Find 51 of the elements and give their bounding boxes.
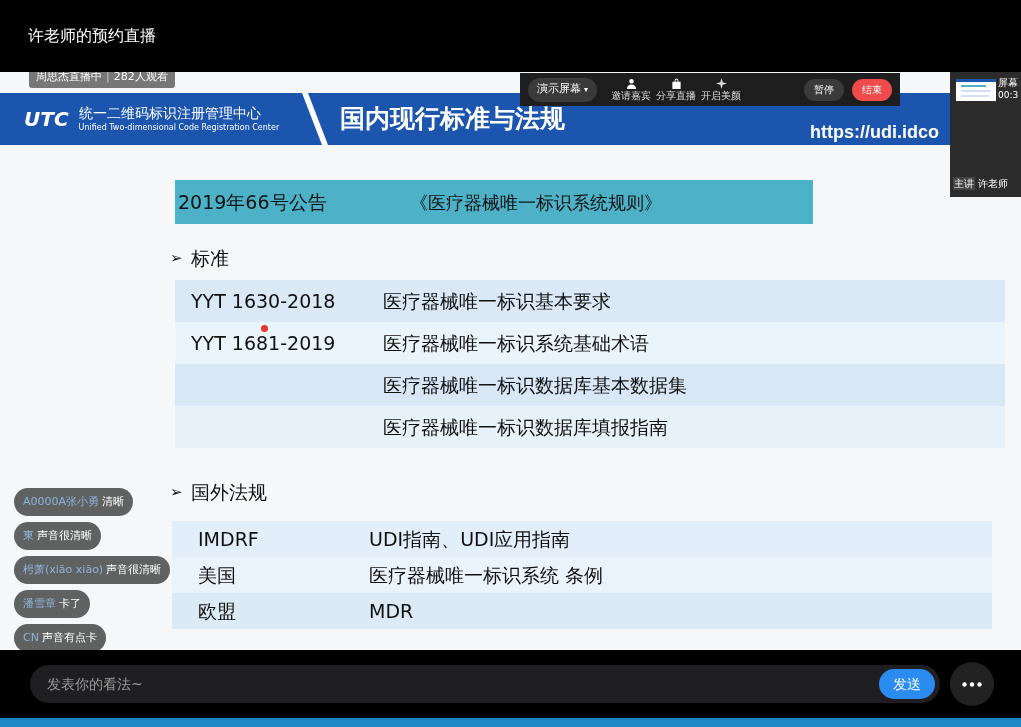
toolbar-button[interactable]: 分享直播 [656,78,696,101]
table-cell-text: 医疗器械唯一标识数据库基本数据集 [383,372,687,398]
table-cell-text: 医疗器械唯一标识系统 条例 [369,562,604,588]
preview-title: 屏幕 [998,76,1018,90]
table-cell: YYT 1681-2019 [191,331,336,354]
window-title: 许老师的预约直播 [28,25,156,47]
comment-user: 潘雪章 [23,595,56,612]
table-cell-text: 医疗器械唯一标识基本要求 [383,288,611,314]
header-divider-icon [300,93,330,145]
table-cell: 美国 [198,563,236,586]
screen-thumbnail-icon [956,79,996,101]
comment-user: CN [23,629,39,646]
table-cell: 欧盟 [198,599,236,622]
logo-text: UTC [24,106,69,133]
slide-url: https://udi.idco [810,121,939,144]
end-button[interactable]: 结束 [852,78,892,101]
org-name: 统一二维码标识注册管理中心 [78,104,262,122]
org-name-english: Unified Two-dimensional Code Registration Center [78,122,280,134]
pause-button[interactable]: 暂停 [804,78,844,101]
comment-text: 声音很清晰 [106,561,162,578]
bullet-icon: ➢ [170,246,183,270]
more-icon [962,681,982,687]
toolbar-button[interactable]: 开启美颜 [701,78,741,101]
table-cell: YYT 1630-2018 [191,289,336,312]
section-heading: 国外法规 [190,479,267,505]
more-button[interactable] [950,662,994,706]
comment-user: 枵萧(xiāo xiāo) [23,561,104,578]
comment-text: 声音很清晰 [37,527,92,544]
slide-title: 国内现行标准与法规 [340,103,565,136]
person-icon [625,78,637,89]
table-cell-text: 医疗器械唯一标识数据库填报指南 [383,414,668,440]
screen-select-button[interactable]: 演示屏幕 ▾ [528,77,597,102]
comment-user: 東 [23,527,34,544]
preview-time: 00:3 [998,89,1019,102]
table-cell-text: MDR [369,598,414,624]
notice-number: 2019年66号公告 [178,189,327,215]
host-badge: 主讲 [953,177,975,190]
sparkle-icon [715,78,727,89]
table-cell: IMDRF [198,527,259,550]
bullet-icon: ➢ [170,480,183,504]
bag-icon [670,78,682,89]
table-cell-text: 医疗器械唯一标识系统基础术语 [383,330,649,356]
comment-text: 声音有点卡 [41,629,97,646]
notice-name: 《医疗器械唯一标识系统规则》 [409,190,662,215]
section-heading: 标准 [190,245,229,271]
table-cell-text: UDI指南、UDI应用指南 [369,526,571,552]
comment-user: A0000A张小勇 [23,493,100,510]
toolbar-button[interactable]: 邀请嘉宾 [611,78,651,101]
comment-text: 卡了 [59,595,81,612]
host-name: 许老师 [978,177,1008,191]
comment-text: 清晰 [102,493,125,510]
